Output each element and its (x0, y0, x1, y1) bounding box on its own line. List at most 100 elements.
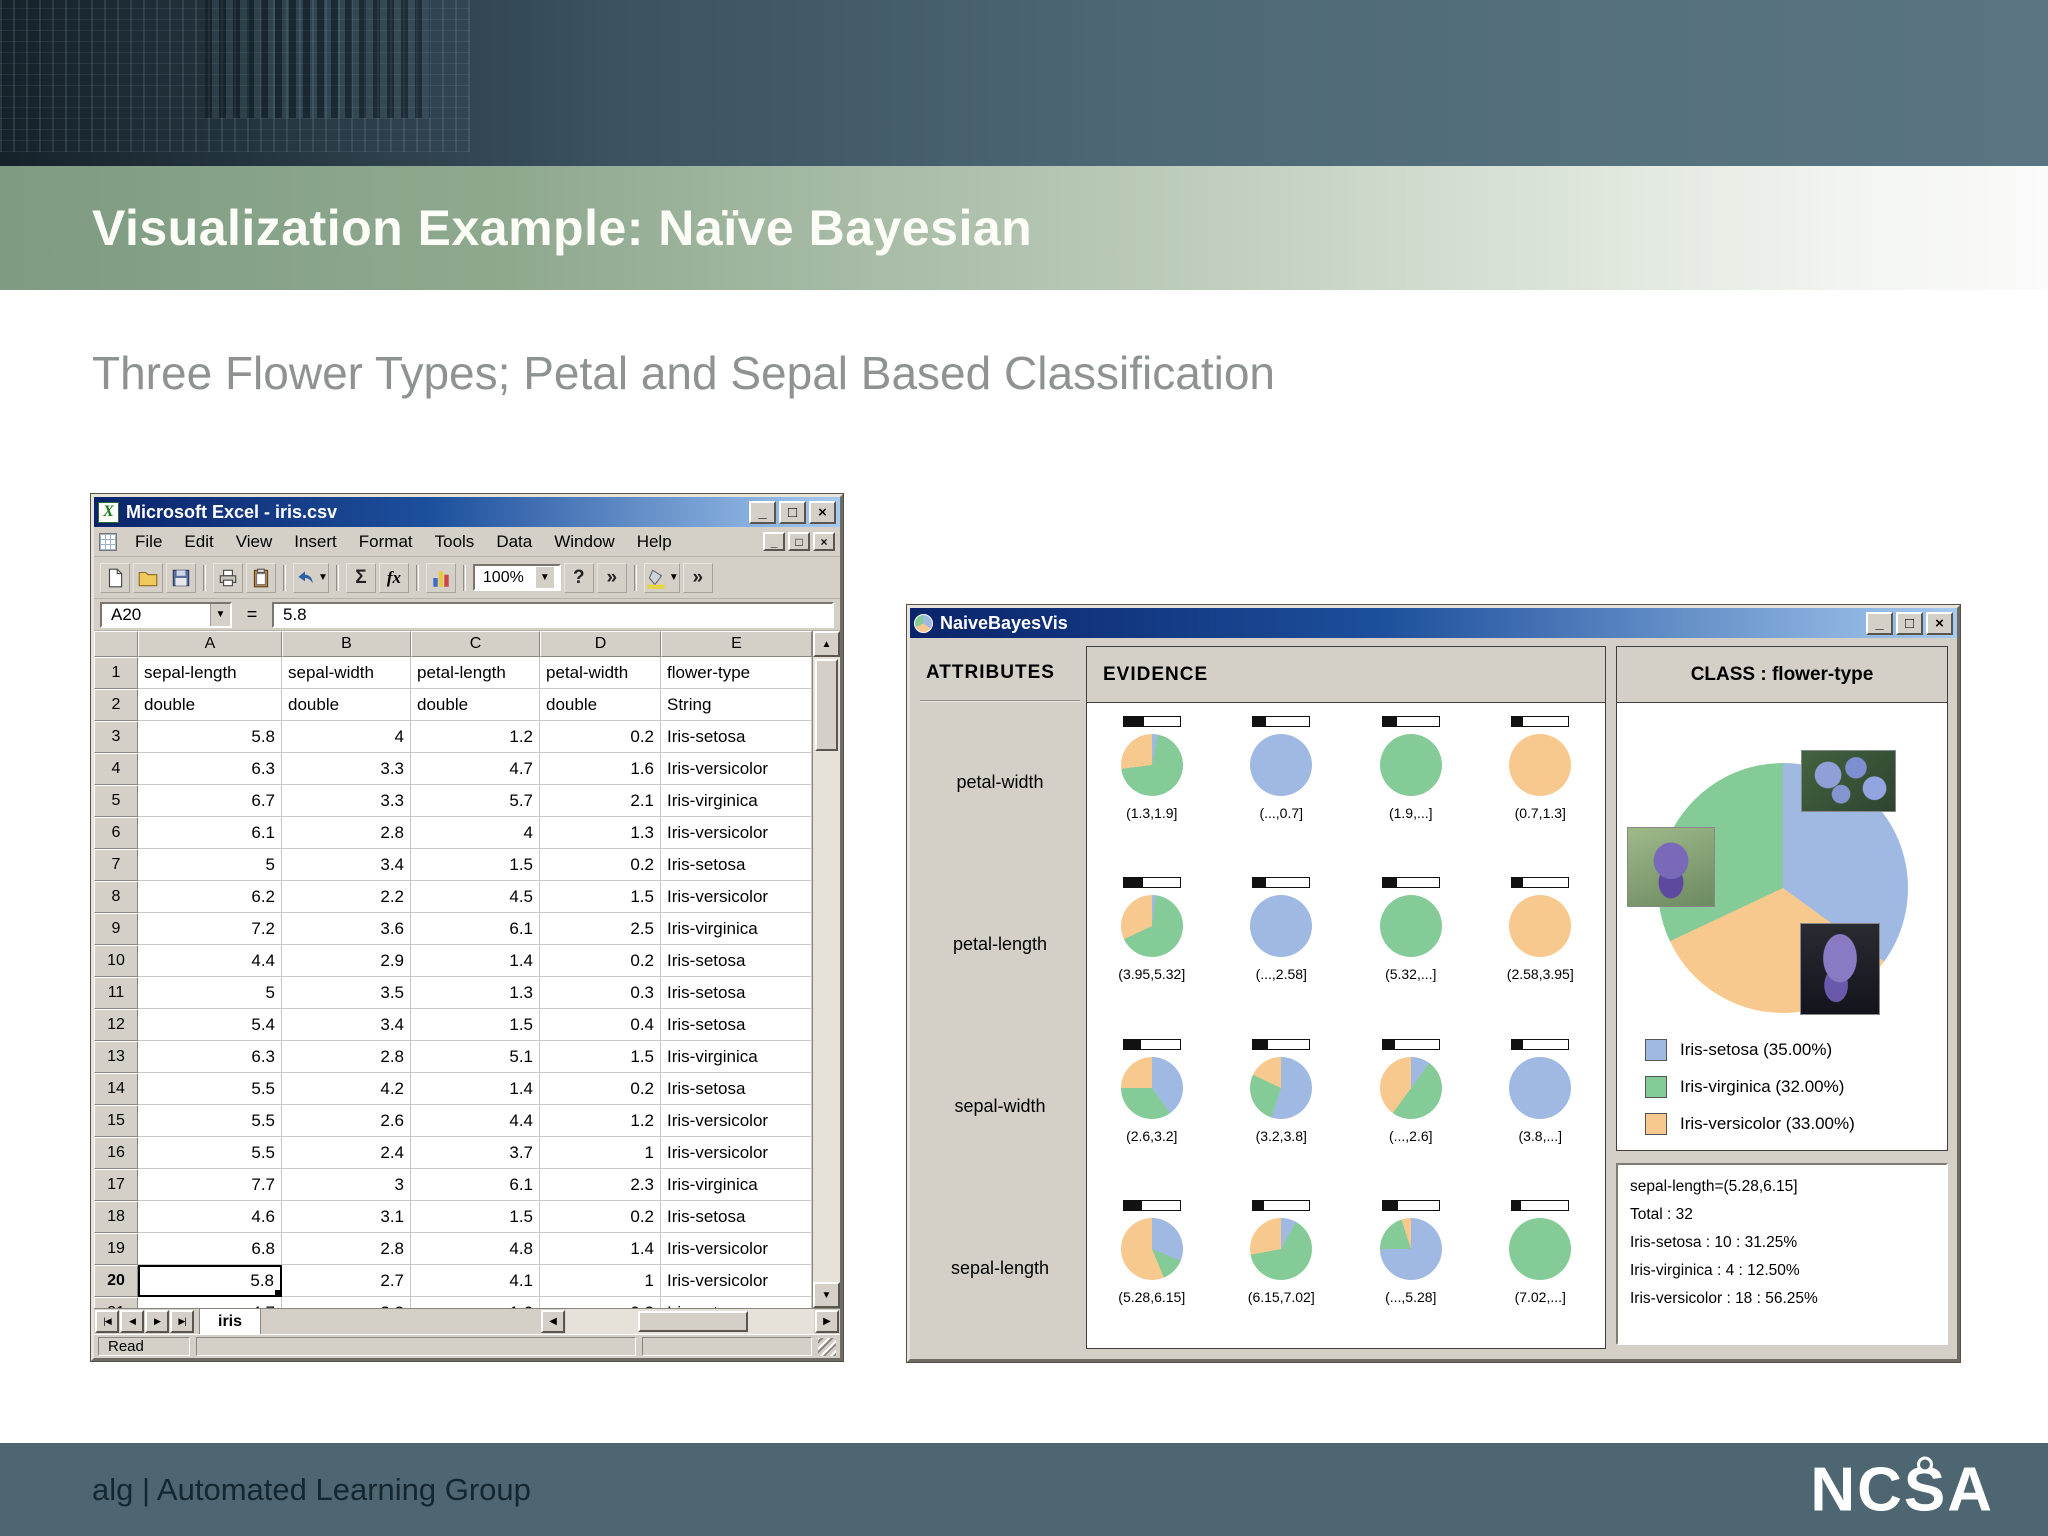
cell-B6[interactable]: 2.8 (282, 817, 411, 849)
cell-E7[interactable]: Iris-setosa (661, 849, 812, 881)
cell-B7[interactable]: 3.4 (282, 849, 411, 881)
vertical-scrollbar[interactable]: ▲ ▼ (812, 631, 840, 1308)
cell-A13[interactable]: 6.3 (138, 1041, 282, 1073)
menu-help[interactable]: Help (626, 529, 683, 555)
row-header-17[interactable]: 17 (94, 1169, 138, 1201)
last-sheet-button[interactable]: ▶| (170, 1310, 194, 1333)
cell-D17[interactable]: 2.3 (540, 1169, 661, 1201)
cell-A11[interactable]: 5 (138, 977, 282, 1009)
cell-E9[interactable]: Iris-virginica (661, 913, 812, 945)
help-button[interactable]: ? (564, 563, 594, 593)
scroll-left-icon[interactable]: ◀ (541, 1310, 565, 1333)
cell-B12[interactable]: 3.4 (282, 1009, 411, 1041)
menu-window[interactable]: Window (543, 529, 625, 555)
cell-E12[interactable]: Iris-setosa (661, 1009, 812, 1041)
print-button[interactable] (213, 563, 243, 593)
row-header-21[interactable]: 21 (94, 1297, 138, 1308)
row-header-14[interactable]: 14 (94, 1073, 138, 1105)
row-header-19[interactable]: 19 (94, 1233, 138, 1265)
workbook-restore-button[interactable]: □ (788, 532, 810, 551)
cell-B1[interactable]: sepal-width (282, 657, 411, 689)
cell-C4[interactable]: 4.7 (411, 753, 540, 785)
row-header-1[interactable]: 1 (94, 657, 138, 689)
open-file-button[interactable] (133, 563, 163, 593)
cell-B2[interactable]: double (282, 689, 411, 721)
select-all-corner[interactable] (94, 631, 138, 657)
cell-E1[interactable]: flower-type (661, 657, 812, 689)
cell-B13[interactable]: 2.8 (282, 1041, 411, 1073)
cell-D1[interactable]: petal-width (540, 657, 661, 689)
cell-E19[interactable]: Iris-versicolor (661, 1233, 812, 1265)
cell-A15[interactable]: 5.5 (138, 1105, 282, 1137)
cell-B20[interactable]: 2.7 (282, 1265, 411, 1297)
formula-input[interactable]: 5.8 (272, 602, 834, 628)
cell-C19[interactable]: 4.8 (411, 1233, 540, 1265)
menu-edit[interactable]: Edit (173, 529, 224, 555)
cell-A12[interactable]: 5.4 (138, 1009, 282, 1041)
horizontal-scrollbar[interactable]: ◀ ▶ (540, 1309, 840, 1334)
next-sheet-button[interactable]: ▶ (145, 1310, 169, 1333)
cell-D19[interactable]: 1.4 (540, 1233, 661, 1265)
cell-E16[interactable]: Iris-versicolor (661, 1137, 812, 1169)
menu-insert[interactable]: Insert (283, 529, 348, 555)
workbook-close-button[interactable]: × (813, 532, 835, 551)
row-header-5[interactable]: 5 (94, 785, 138, 817)
cell-D8[interactable]: 1.5 (540, 881, 661, 913)
cell-E18[interactable]: Iris-setosa (661, 1201, 812, 1233)
cell-C20[interactable]: 4.1 (411, 1265, 540, 1297)
insert-function-button[interactable]: fx (379, 563, 409, 593)
row-header-7[interactable]: 7 (94, 849, 138, 881)
cell-B21[interactable]: 3.2 (282, 1297, 411, 1308)
column-header-C[interactable]: C (411, 631, 540, 657)
naivebayesvis-titlebar[interactable]: NaiveBayesVis _ □ × (910, 608, 1957, 638)
cell-D7[interactable]: 0.2 (540, 849, 661, 881)
cell-C9[interactable]: 6.1 (411, 913, 540, 945)
zoom-dropdown-icon[interactable]: ▼ (536, 567, 554, 588)
cell-E6[interactable]: Iris-versicolor (661, 817, 812, 849)
cell-D5[interactable]: 2.1 (540, 785, 661, 817)
cell-C5[interactable]: 5.7 (411, 785, 540, 817)
cell-C7[interactable]: 1.5 (411, 849, 540, 881)
cell-D13[interactable]: 1.5 (540, 1041, 661, 1073)
zoom-select[interactable]: 100% ▼ (473, 564, 561, 591)
save-button[interactable] (166, 563, 196, 593)
scroll-down-icon[interactable]: ▼ (813, 1282, 840, 1308)
cell-E11[interactable]: Iris-setosa (661, 977, 812, 1009)
cell-A8[interactable]: 6.2 (138, 881, 282, 913)
menu-file[interactable]: File (124, 529, 173, 555)
row-header-6[interactable]: 6 (94, 817, 138, 849)
cell-B19[interactable]: 2.8 (282, 1233, 411, 1265)
cell-B3[interactable]: 4 (282, 721, 411, 753)
cell-C11[interactable]: 1.3 (411, 977, 540, 1009)
cell-A2[interactable]: double (138, 689, 282, 721)
cell-C12[interactable]: 1.5 (411, 1009, 540, 1041)
cell-E20[interactable]: Iris-versicolor (661, 1265, 812, 1297)
cell-E2[interactable]: String (661, 689, 812, 721)
cell-A1[interactable]: sepal-length (138, 657, 282, 689)
horizontal-scroll-track[interactable] (566, 1309, 814, 1334)
maximize-button[interactable]: □ (779, 501, 806, 524)
paste-button[interactable] (246, 563, 276, 593)
cell-E15[interactable]: Iris-versicolor (661, 1105, 812, 1137)
undo-dropdown-icon[interactable]: ▼ (318, 572, 328, 583)
cell-B14[interactable]: 4.2 (282, 1073, 411, 1105)
nbv-minimize-button[interactable]: _ (1866, 612, 1893, 635)
horizontal-scroll-thumb[interactable] (638, 1311, 748, 1332)
cell-B5[interactable]: 3.3 (282, 785, 411, 817)
column-header-A[interactable]: A (138, 631, 282, 657)
cell-B9[interactable]: 3.6 (282, 913, 411, 945)
cell-B17[interactable]: 3 (282, 1169, 411, 1201)
cell-D16[interactable]: 1 (540, 1137, 661, 1169)
menu-tools[interactable]: Tools (424, 529, 486, 555)
new-document-button[interactable] (100, 563, 130, 593)
cell-E4[interactable]: Iris-versicolor (661, 753, 812, 785)
first-sheet-button[interactable]: |◀ (95, 1310, 119, 1333)
cell-B11[interactable]: 3.5 (282, 977, 411, 1009)
row-header-2[interactable]: 2 (94, 689, 138, 721)
cell-A4[interactable]: 6.3 (138, 753, 282, 785)
cell-C15[interactable]: 4.4 (411, 1105, 540, 1137)
vertical-scroll-track[interactable] (813, 657, 840, 1282)
cell-A19[interactable]: 6.8 (138, 1233, 282, 1265)
cell-C1[interactable]: petal-length (411, 657, 540, 689)
vertical-scroll-thumb[interactable] (815, 659, 838, 751)
